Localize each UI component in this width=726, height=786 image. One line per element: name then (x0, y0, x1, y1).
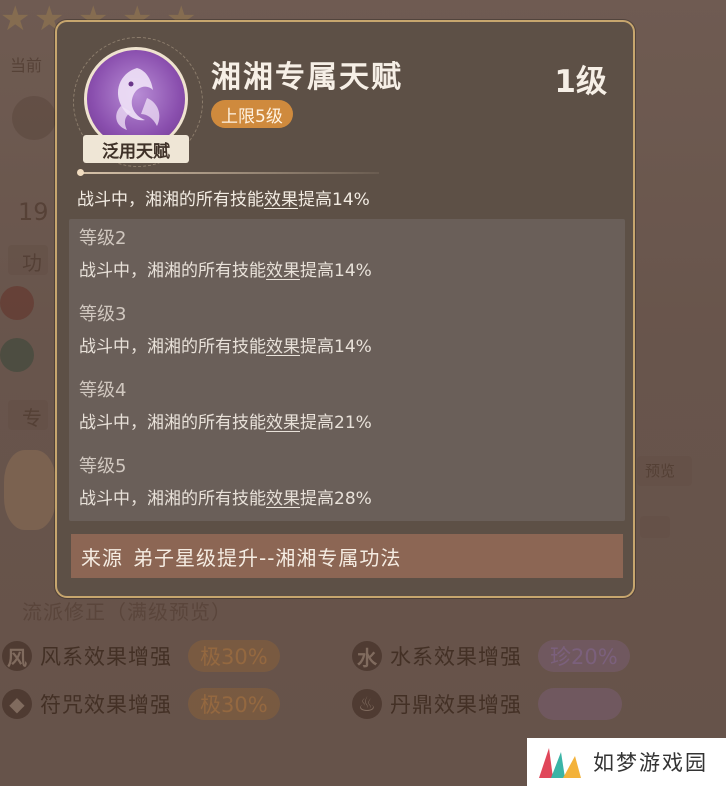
level-name: 等级3 (79, 304, 127, 325)
watermark-logo-icon (535, 742, 585, 782)
source-value: 弟子星级提升--湘湘专属功法 (133, 545, 402, 570)
level-item: 等级2 战斗中，湘湘的所有技能效果提高14% (79, 227, 599, 283)
talent-detail-popup: 泛用天赋 湘湘专属天赋 上限5级 1级 战斗中，湘湘的所有技能效果提高14% 等… (55, 20, 635, 598)
level-desc: 战斗中，湘湘的所有技能效果提高14% (79, 261, 372, 281)
emblem-tag: 泛用天赋 (83, 135, 189, 163)
level-item: 等级3 战斗中，湘湘的所有技能效果提高14% (79, 303, 599, 359)
effect-link[interactable]: 效果 (266, 337, 300, 357)
source-bar: 来源 弟子星级提升--湘湘专属功法 (71, 534, 623, 578)
effect-link[interactable]: 效果 (266, 489, 300, 509)
talent-title: 湘湘专属天赋 (211, 60, 403, 95)
level-name: 等级4 (79, 380, 127, 401)
level-item: 等级4 战斗中，湘湘的所有技能效果提高21% (79, 379, 599, 435)
level-progress-dot (77, 169, 84, 176)
source-label: 来源 (81, 545, 123, 570)
current-level: 1级 (554, 64, 607, 100)
effect-link[interactable]: 效果 (266, 413, 300, 433)
level-cap-badge: 上限5级 (211, 100, 293, 128)
watermark-text: 如梦游戏园 (593, 751, 708, 775)
level-name: 等级2 (79, 228, 127, 249)
effect-link[interactable]: 效果 (264, 190, 298, 210)
level-desc: 战斗中，湘湘的所有技能效果提高14% (79, 337, 372, 357)
level-progress-track (79, 172, 379, 174)
level-desc: 战斗中，湘湘的所有技能效果提高21% (79, 413, 372, 433)
fox-spirit-icon (116, 68, 160, 130)
level-item: 等级5 战斗中，湘湘的所有技能效果提高28% (79, 455, 599, 511)
level-name: 等级5 (79, 456, 127, 477)
level-list: 等级2 战斗中，湘湘的所有技能效果提高14% 等级3 战斗中，湘湘的所有技能效果… (69, 219, 625, 521)
level-desc: 战斗中，湘湘的所有技能效果提高28% (79, 489, 372, 509)
watermark: 如梦游戏园 (527, 738, 726, 786)
current-effect-desc: 战斗中，湘湘的所有技能效果提高14% (77, 190, 370, 210)
effect-link[interactable]: 效果 (266, 261, 300, 281)
